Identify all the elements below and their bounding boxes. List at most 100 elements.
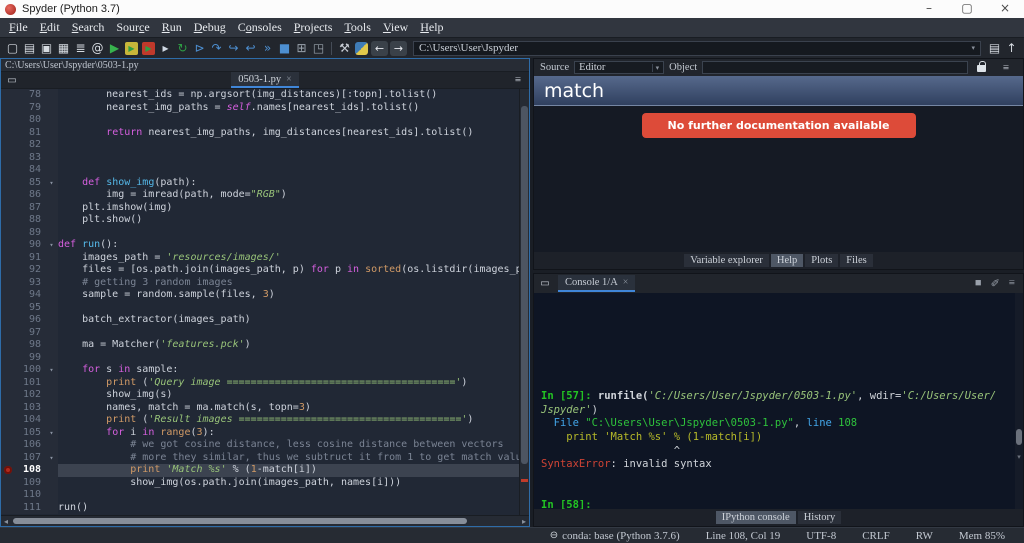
- stop-icon[interactable]: ■: [276, 40, 293, 57]
- editor-line[interactable]: 91 images_path = 'resources/images/': [1, 251, 519, 264]
- editor-line[interactable]: 99: [1, 351, 519, 365]
- editor-line[interactable]: 102 show_img(s): [1, 389, 519, 402]
- line-number[interactable]: 85: [1, 176, 45, 189]
- code-text[interactable]: for i in range(3):: [58, 427, 519, 440]
- line-number[interactable]: 84: [1, 164, 45, 177]
- line-number[interactable]: 97: [1, 326, 45, 339]
- fold-arrow-icon[interactable]: ▾: [45, 239, 58, 252]
- line-number[interactable]: 88: [1, 214, 45, 227]
- line-number[interactable]: 91: [1, 251, 45, 264]
- editor-line[interactable]: 109 show_img(os.path.join(images_path, n…: [1, 476, 519, 490]
- code-text[interactable]: [58, 489, 519, 502]
- forward-icon[interactable]: →: [390, 40, 407, 56]
- editor-tab[interactable]: 0503-1.py ×: [231, 72, 299, 88]
- menu-help[interactable]: Help: [414, 20, 449, 35]
- editor-vertical-scrollbar[interactable]: [519, 89, 529, 515]
- editor-line[interactable]: 78 nearest_ids = np.argsort(img_distance…: [1, 89, 519, 102]
- menu-consoles[interactable]: Consoles: [232, 20, 288, 35]
- restart-kernel-icon[interactable]: ↻: [174, 40, 191, 57]
- scrollbar-thumb[interactable]: [13, 518, 468, 524]
- debug-icon[interactable]: ⊳: [191, 40, 208, 57]
- console-scrollbar[interactable]: ▾: [1015, 293, 1023, 509]
- code-text[interactable]: print 'Match %s' % (1-match[i]): [58, 464, 519, 477]
- code-text[interactable]: nearest_ids = np.argsort(img_distances)[…: [58, 89, 519, 102]
- editor-line[interactable]: 108 print 'Match %s' % (1-match[i]): [1, 464, 519, 477]
- editor-line[interactable]: 111 run(): [1, 501, 519, 514]
- code-text[interactable]: [58, 352, 519, 365]
- code-text[interactable]: print ('Query image ====================…: [58, 377, 519, 390]
- save-icon[interactable]: ▣: [38, 40, 55, 57]
- parent-dir-icon[interactable]: ↑: [1003, 40, 1020, 57]
- source-select[interactable]: Editor ▾: [574, 61, 665, 74]
- line-number[interactable]: 110: [1, 489, 45, 502]
- editor-line[interactable]: 93 # getting 3 random images: [1, 276, 519, 289]
- run-cell-advance-icon[interactable]: ▶: [142, 41, 155, 55]
- editor-line[interactable]: 79 nearest_img_paths = self.names[neares…: [1, 101, 519, 115]
- kernel-status-icon[interactable]: ■: [975, 277, 982, 290]
- code-text[interactable]: # more they similar, thus we subtruct it…: [58, 452, 519, 465]
- code-text[interactable]: sample = random.sample(files, 3): [58, 289, 519, 302]
- fold-arrow-icon[interactable]: ▾: [45, 364, 58, 377]
- code-text[interactable]: names, match = ma.match(s, topn=3): [58, 402, 519, 415]
- code-text[interactable]: def run():: [58, 239, 519, 252]
- editor-line[interactable]: 96 batch_extractor(images_path): [1, 314, 519, 327]
- code-text[interactable]: [58, 164, 519, 177]
- tab-files[interactable]: Files: [840, 254, 873, 267]
- console-output[interactable]: In [57]: runfile('C:/Users/User/Jspyder/…: [534, 293, 1023, 509]
- editor-line[interactable]: 83: [1, 151, 519, 164]
- editor-line[interactable]: 106 # we got cosine distance, less cosin…: [1, 439, 519, 452]
- line-number[interactable]: 99: [1, 351, 45, 364]
- editor-line[interactable]: 86 img = imread(path, mode="RGB"): [1, 189, 519, 202]
- scroll-left-icon[interactable]: ◂: [1, 517, 11, 526]
- line-number[interactable]: 100: [1, 364, 45, 377]
- line-number[interactable]: 109: [1, 476, 45, 489]
- code-text[interactable]: batch_extractor(images_path): [58, 314, 519, 327]
- scrollbar-thumb[interactable]: [1016, 429, 1022, 446]
- line-number[interactable]: 103: [1, 401, 45, 414]
- line-number[interactable]: 80: [1, 114, 45, 127]
- code-text[interactable]: plt.imshow(img): [58, 202, 519, 215]
- open-working-dir-icon[interactable]: ▤: [986, 40, 1003, 57]
- editor-line[interactable]: 107 ▾ # more they similar, thus we subtru…: [1, 451, 519, 465]
- code-text[interactable]: [58, 327, 519, 340]
- line-number[interactable]: 83: [1, 151, 45, 164]
- editor-options-icon[interactable]: ≡: [507, 74, 529, 86]
- lock-icon[interactable]: [977, 61, 986, 72]
- code-text[interactable]: [58, 114, 519, 127]
- editor-line[interactable]: 94 sample = random.sample(files, 3): [1, 289, 519, 302]
- open-file-icon[interactable]: ▤: [21, 40, 38, 57]
- back-icon[interactable]: ←: [371, 40, 388, 56]
- editor-code-area[interactable]: 78 nearest_ids = np.argsort(img_distance…: [1, 89, 519, 515]
- python-path-icon[interactable]: [355, 41, 368, 55]
- code-text[interactable]: show_img(s): [58, 389, 519, 402]
- tools-icon[interactable]: ⚒: [336, 40, 353, 57]
- code-text[interactable]: [58, 139, 519, 152]
- code-text[interactable]: show_img(os.path.join(images_path, names…: [58, 477, 519, 490]
- editor-line[interactable]: 95: [1, 301, 519, 314]
- scrollbar-thumb[interactable]: [521, 106, 528, 464]
- fold-arrow-icon[interactable]: ▾: [45, 451, 58, 464]
- menu-projects[interactable]: Projects: [288, 20, 339, 35]
- menu-debug[interactable]: Debug: [188, 20, 232, 35]
- editor-line[interactable]: 88 plt.show(): [1, 214, 519, 227]
- window-layout-icon[interactable]: ⊞: [293, 40, 310, 57]
- object-input[interactable]: [702, 61, 968, 74]
- editor-line[interactable]: 90 ▾ def run():: [1, 239, 519, 252]
- run-cell-icon[interactable]: ▶: [125, 41, 138, 55]
- new-file-icon[interactable]: ▢: [4, 40, 21, 57]
- code-text[interactable]: def show_img(path):: [58, 177, 519, 190]
- menu-tools[interactable]: Tools: [338, 20, 377, 35]
- code-text[interactable]: nearest_img_paths = self.names[nearest_i…: [58, 102, 519, 115]
- line-number[interactable]: 81: [1, 126, 45, 139]
- line-number[interactable]: 89: [1, 226, 45, 239]
- code-text[interactable]: img = imread(path, mode="RGB"): [58, 189, 519, 202]
- code-text[interactable]: print ('Result images ==================…: [58, 414, 519, 427]
- menu-search[interactable]: Search: [66, 20, 111, 35]
- menu-view[interactable]: View: [377, 20, 414, 35]
- editor-line[interactable]: 110: [1, 489, 519, 502]
- save-all-icon[interactable]: ▦: [55, 40, 72, 57]
- editor-line[interactable]: 92 files = [os.path.join(images_path, p)…: [1, 264, 519, 277]
- editor-line[interactable]: 105 ▾ for i in range(3):: [1, 426, 519, 440]
- fullscreen-icon[interactable]: ◳: [310, 40, 327, 57]
- no-documentation-button[interactable]: No further documentation available: [641, 113, 916, 138]
